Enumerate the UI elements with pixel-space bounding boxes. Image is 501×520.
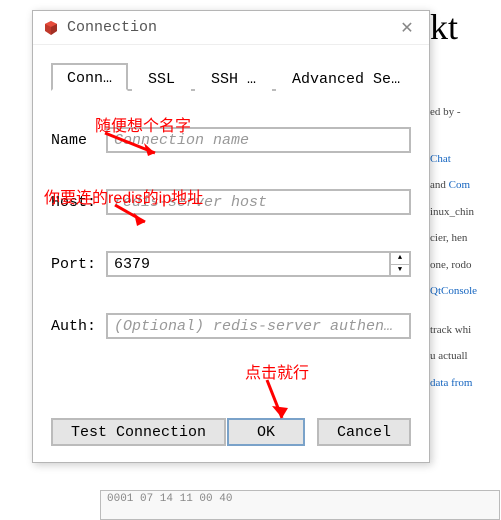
row-auth: Auth: [51,313,411,339]
label-host: Host: [51,194,106,211]
button-bar: Test Connection OK Cancel [33,418,429,446]
host-input[interactable] [106,189,411,215]
tab-bar: Conn… SSL SSH … Advanced Se… [51,63,411,91]
row-port: Port: ▲ ▼ [51,251,411,277]
bg-link-qtconsole[interactable]: QtConsole [430,285,477,297]
background-big-text: kt [430,0,501,54]
tab-ssh[interactable]: SSH … [195,63,272,91]
app-cube-icon [43,20,59,36]
background-right-panel: kt ed by - Chat and Com inux_chin cier, … [430,0,501,391]
bg-line: ed by - [430,104,501,121]
connection-dialog: Connection ✕ Conn… SSL SSH … Advanced Se… [32,10,430,463]
tab-advanced[interactable]: Advanced Se… [276,63,416,91]
bg-link-com[interactable]: Com [449,179,470,191]
ok-button[interactable]: OK [227,418,305,446]
row-host: Host: [51,189,411,215]
tab-connection[interactable]: Conn… [51,63,128,91]
label-name: Name [51,132,106,149]
background-bottom-box: 0001 07 14 11 00 40 [100,490,500,520]
bg-link-data[interactable]: data from [430,377,472,389]
test-connection-button[interactable]: Test Connection [51,418,226,446]
name-input[interactable] [106,127,411,153]
bg-line: u actuall [430,348,501,365]
bg-line: track whi [430,322,501,339]
port-stepper[interactable]: ▲ ▼ [391,251,411,277]
row-name: Name [51,127,411,153]
port-step-down[interactable]: ▼ [391,265,409,276]
bg-line: one, rodo [430,257,501,274]
tab-ssl[interactable]: SSL [132,63,191,91]
titlebar: Connection ✕ [33,11,429,45]
bg-line: cier, hen [430,230,501,247]
port-input[interactable] [106,251,391,277]
label-port: Port: [51,256,106,273]
label-auth: Auth: [51,318,106,335]
port-step-up[interactable]: ▲ [391,253,409,265]
bg-line: inux_chin [430,204,501,221]
window-title: Connection [67,19,157,36]
bg-line: and Com [430,177,501,194]
auth-input[interactable] [106,313,411,339]
dialog-body: Conn… SSL SSH … Advanced Se… Name Host: … [33,45,429,339]
close-icon[interactable]: ✕ [395,16,419,40]
cancel-button[interactable]: Cancel [317,418,411,446]
bg-link-chat[interactable]: Chat [430,153,451,165]
